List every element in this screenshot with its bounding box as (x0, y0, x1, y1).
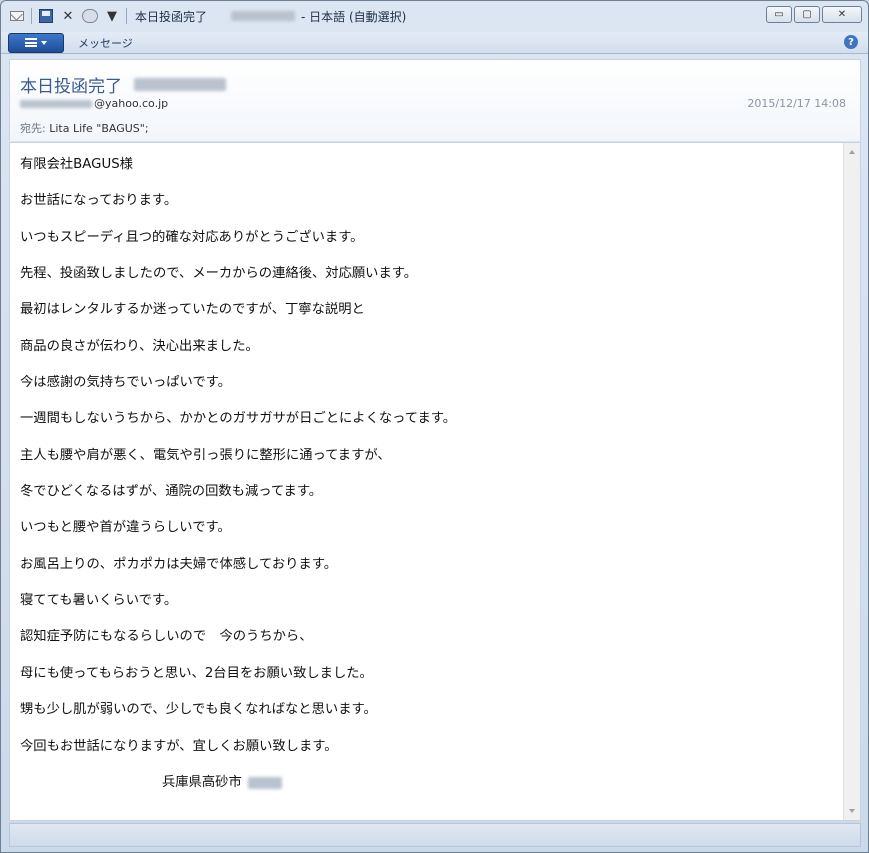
body-line: 今は感謝の気持ちでいっぱいです。 (20, 375, 232, 391)
help-icon[interactable]: ? (844, 35, 858, 49)
redacted-sender-name (134, 78, 226, 91)
window-title-suffix: - 日本語 (自動選択) (301, 9, 407, 24)
subject-text: 本日投函完了 (20, 77, 122, 97)
body-line: 先程、投函致しましたので、メーカからの連絡後、対応願います。 (20, 266, 418, 282)
redacted-sender-user (20, 99, 92, 108)
body-line: 甥も少し肌が弱いので、少しでも良くなればなと思います。 (20, 702, 377, 718)
body-line: お世話になっております。 (20, 193, 178, 209)
recipient-line: 宛先: Lita Life "BAGUS"; (20, 120, 149, 136)
window-controls: ▭ ▢ ✕ (766, 6, 862, 23)
mail-window: ✕ ▼ 本日投函完了 - 日本語 (自動選択) ▭ ▢ ✕ メッセージ ? 本日… (0, 0, 869, 853)
envelope-icon (9, 8, 25, 24)
sender-domain: @yahoo.co.jp (94, 97, 169, 110)
body-line: 有限会社BAGUS様 (20, 157, 133, 172)
toolbar-separator (126, 8, 127, 24)
app-menu-button[interactable] (8, 32, 64, 53)
message-date: 2015/12/17 14:08 (747, 97, 846, 110)
signature-text: 兵庫県高砂市 (162, 774, 242, 790)
body-line: お風呂上りの、ポカポカは夫婦で体感しております。 (20, 556, 337, 572)
window-title-subject: 本日投函完了 (135, 9, 208, 24)
quick-access-toolbar: ✕ ▼ (9, 8, 127, 24)
tab-message[interactable]: メッセージ (78, 35, 133, 51)
sender-address[interactable]: @yahoo.co.jp (20, 97, 168, 110)
scroll-down-icon[interactable] (849, 809, 855, 813)
message-subject: 本日投函完了 (20, 72, 226, 97)
save-icon[interactable] (38, 8, 54, 24)
toolbar-separator (31, 8, 32, 24)
body-line: 母にも使ってもらおうと思い、2台目をお願い致しました。 (20, 665, 373, 681)
chevron-down-icon (41, 40, 47, 45)
redacted-sender-name (231, 11, 296, 21)
message-text: 有限会社BAGUS様 お世話になっております。 いつもスピーディ且つ的確な対応あ… (20, 157, 840, 811)
body-line: 商品の良さが伝わり、決心出来ました。 (20, 338, 259, 354)
chevron-down-icon[interactable]: ▼ (104, 8, 120, 24)
title-bar: ✕ ▼ 本日投函完了 - 日本語 (自動選択) ▭ ▢ ✕ (1, 1, 868, 31)
body-line: 今回もお世話になりますが、宜しくお願い致します。 (20, 738, 338, 754)
delete-icon[interactable]: ✕ (60, 8, 76, 24)
minimize-button[interactable]: ▭ (766, 6, 792, 23)
to-recipient[interactable]: Lita Life "BAGUS"; (49, 122, 148, 135)
vertical-scrollbar[interactable] (843, 143, 860, 820)
message-header: 本日投函完了 @yahoo.co.jp 2015/12/17 14:08 宛先:… (9, 59, 861, 141)
body-line: いつもと腰や首が違うらしいです。 (20, 520, 231, 536)
scroll-up-icon[interactable] (849, 150, 855, 154)
message-body[interactable]: 有限会社BAGUS様 お世話になっております。 いつもスピーディ且つ的確な対応あ… (9, 142, 861, 821)
menu-icon (25, 38, 37, 47)
body-line: いつもスピーディ且つ的確な対応ありがとうございます。 (20, 229, 364, 245)
status-bar (9, 823, 861, 847)
window-title: 本日投函完了 - 日本語 (自動選択) (135, 8, 406, 25)
maximize-button[interactable]: ▢ (794, 6, 820, 23)
body-line: 冬でひどくなるはずが、通院の回数も減ってます。 (20, 484, 323, 500)
body-line: 寝てても暑いくらいです。 (20, 593, 178, 609)
reply-icon[interactable] (82, 8, 98, 24)
signature-line: 兵庫県高砂市 (20, 775, 840, 811)
body-line: 最初はレンタルするか迷っていたのですが、丁寧な説明と (20, 302, 365, 318)
body-line: 一週間もしないうちから、かかとのガサガサが日ごとによくなってます。 (20, 411, 457, 427)
close-button[interactable]: ✕ (822, 6, 862, 23)
to-label: 宛先: (20, 122, 46, 135)
redacted-signature-name (247, 776, 282, 789)
body-line: 主人も腰や肩が悪く、電気や引っ張りに整形に通ってますが、 (20, 447, 391, 463)
body-line: 認知症予防にもなるらしいので 今のうちから、 (20, 629, 313, 645)
ribbon-bar: メッセージ ? (1, 32, 868, 54)
